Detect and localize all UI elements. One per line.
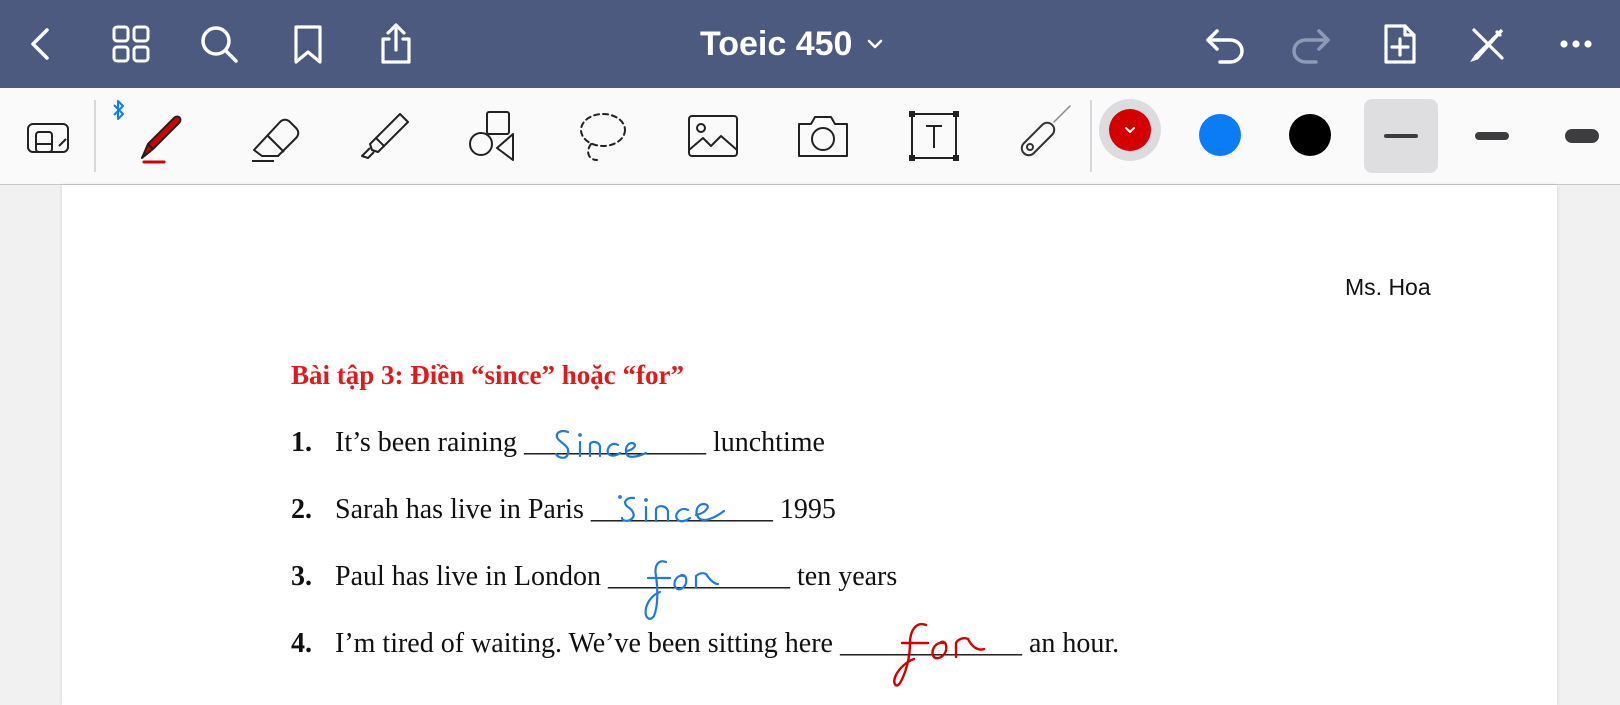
document-title-menu[interactable]: Toeic 450 <box>700 18 884 70</box>
chevron-down-icon <box>868 39 883 49</box>
question-text: Sarah has live in Paris _____________ 19… <box>335 494 836 525</box>
back-icon <box>31 28 49 60</box>
laser-pointer-icon <box>1020 105 1071 157</box>
question-number: 1. <box>291 427 312 458</box>
undo-icon <box>1206 29 1244 64</box>
stroke-medium-line <box>1475 132 1509 140</box>
laser-pointer-tool[interactable] <box>1004 96 1084 176</box>
answer-blank: _____________ <box>590 494 773 525</box>
bookmark-button[interactable] <box>282 18 334 70</box>
question-text: Paul has live in London _____________ te… <box>335 561 898 592</box>
stroke-thin[interactable] <box>1364 99 1438 173</box>
redo-button[interactable] <box>1286 18 1338 70</box>
highlighter-icon <box>361 113 409 159</box>
shapes-tool[interactable] <box>453 96 533 176</box>
grid-icon <box>112 25 150 63</box>
text-box-icon <box>909 111 959 161</box>
camera-tool[interactable] <box>783 96 863 176</box>
bookmark-icon <box>294 25 322 64</box>
add-page-button[interactable] <box>1374 18 1426 70</box>
exercise-heading: Bài tập 3: Điền “since” hoặc “for” <box>291 360 684 390</box>
eraser-tool[interactable] <box>236 96 316 176</box>
stroke-thick[interactable] <box>1545 99 1619 173</box>
share-icon <box>381 23 411 64</box>
shapes-icon <box>469 111 514 161</box>
top-navigation-bar: Toeic 450 <box>0 0 1620 88</box>
answer-blank: _____________ <box>523 427 706 458</box>
thumbnails-button[interactable] <box>105 18 157 70</box>
lasso-tool[interactable] <box>563 96 643 176</box>
more-icon <box>1560 40 1592 48</box>
more-button[interactable] <box>1550 18 1602 70</box>
pen-icon <box>141 115 182 164</box>
author-name: Ms. Hoa <box>1345 274 1431 300</box>
undo-button[interactable] <box>1198 18 1250 70</box>
search-button[interactable] <box>193 18 245 70</box>
close-pen-icon <box>1470 28 1504 62</box>
search-icon <box>201 26 238 63</box>
chevron-down-icon <box>1125 127 1135 133</box>
document-title: Toeic 450 <box>700 24 853 63</box>
color-swatch-blue[interactable] <box>1199 114 1241 156</box>
question-text: It’s been raining _____________ lunchtim… <box>335 427 825 458</box>
question-number: 4. <box>291 628 312 659</box>
image-icon <box>688 115 738 157</box>
eraser-icon <box>252 118 300 162</box>
share-button[interactable] <box>370 18 422 70</box>
text-box-tool[interactable] <box>894 96 974 176</box>
stroke-medium[interactable] <box>1455 99 1529 173</box>
read-mode-icon <box>27 123 69 153</box>
back-button[interactable] <box>16 18 68 70</box>
color-swatch-black[interactable] <box>1289 114 1331 156</box>
question-number: 3. <box>291 561 312 592</box>
camera-icon <box>798 116 848 157</box>
image-tool[interactable] <box>673 96 753 176</box>
close-pen-button[interactable] <box>1462 18 1514 70</box>
stroke-thin-line <box>1384 134 1418 138</box>
stroke-thick-line <box>1565 129 1599 143</box>
highlighter-tool[interactable] <box>344 96 424 176</box>
question-number: 2. <box>291 494 312 525</box>
pen-tool[interactable] <box>120 96 200 176</box>
add-page-icon <box>1384 24 1416 64</box>
question-text: I’m tired of waiting. We’ve been sitting… <box>335 628 1120 659</box>
color-swatch-red[interactable] <box>1109 109 1151 151</box>
answer-blank: _____________ <box>607 561 790 592</box>
read-mode-tool[interactable] <box>6 96 86 176</box>
redo-icon <box>1292 29 1330 64</box>
lasso-icon <box>580 113 626 161</box>
toolbar-divider <box>94 100 96 172</box>
toolbar-divider-2 <box>1090 100 1092 172</box>
answer-blank: _____________ <box>839 628 1022 659</box>
